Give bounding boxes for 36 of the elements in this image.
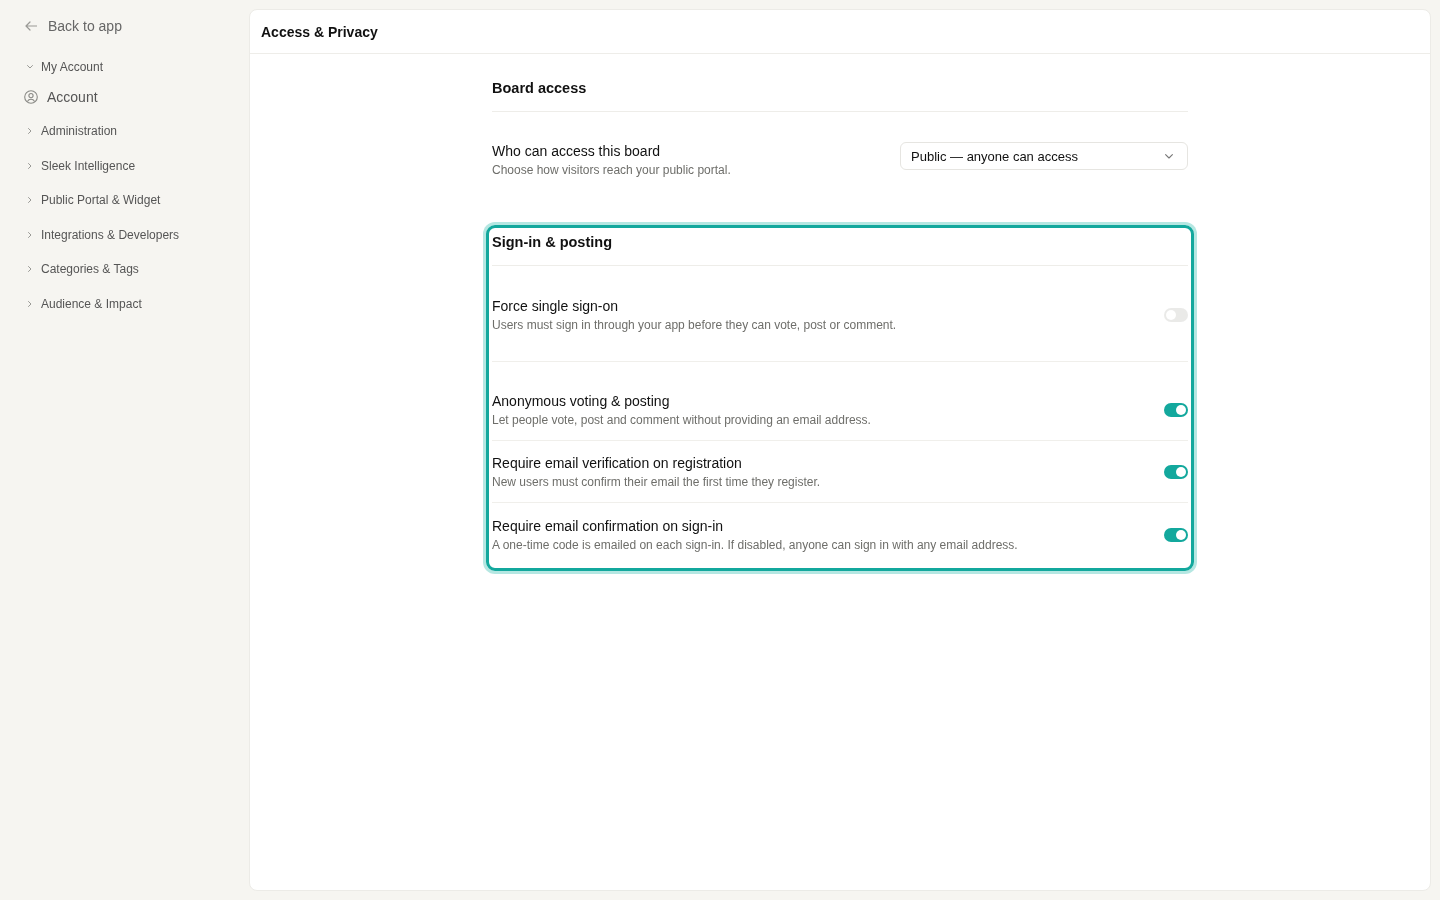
setting-description: Users must sign in through your app before they can vote, post or comment.	[492, 317, 897, 334]
nav-group[interactable]: Sleek Intelligence	[24, 156, 136, 175]
chevron-right-icon	[27, 197, 33, 203]
chevron-down-icon	[27, 65, 33, 69]
back-link[interactable]: Back to app	[24, 16, 122, 36]
setting-title: Require email confirmation on sign-in	[492, 517, 725, 536]
nav-group[interactable]: Integrations & Developers	[24, 225, 180, 244]
setting-title: Who can access this board	[492, 142, 662, 161]
access-select[interactable]: Public — anyone can access	[900, 142, 1188, 170]
toggle-switch[interactable]	[1164, 465, 1188, 479]
user-circle-icon	[24, 90, 38, 104]
setting-description: New users must confirm their email the first time they register.	[492, 474, 821, 491]
setting-description: A one-time code is emailed on each sign-in. If disabled, anyone can sign in with any email address.	[492, 537, 1018, 554]
nav-group[interactable]: Public Portal & Widget	[24, 191, 161, 209]
chevron-right-icon	[27, 266, 33, 272]
setting-description: Choose how visitors reach your public portal.	[492, 162, 731, 179]
chevron-down-icon	[1165, 153, 1173, 159]
chevron-right-icon	[27, 162, 33, 169]
nav-item[interactable]: Account	[24, 86, 98, 108]
page-title: Access & Privacy	[261, 23, 378, 40]
section-heading: Sign-in & posting	[492, 233, 613, 252]
nav-group[interactable]: My Account	[24, 58, 104, 76]
arrow-left-icon	[25, 21, 37, 31]
chevron-right-icon	[27, 128, 33, 134]
setting-title: Force single sign-on	[492, 297, 620, 316]
nav-group[interactable]: Audience & Impact	[24, 294, 142, 313]
toggle-switch[interactable]	[1164, 528, 1188, 542]
toggle-switch[interactable]	[1164, 403, 1188, 417]
chevron-right-icon	[27, 231, 33, 238]
chevron-right-icon	[27, 300, 33, 307]
nav-group[interactable]: Categories & Tags	[24, 260, 139, 278]
nav-group[interactable]: Administration	[24, 122, 118, 140]
setting-title: Require email verification on registration	[492, 454, 743, 473]
section-heading: Board access	[492, 79, 588, 98]
setting-title: Anonymous voting & posting	[492, 392, 671, 411]
setting-description: Let people vote, post and comment without providing an email address.	[492, 412, 871, 429]
